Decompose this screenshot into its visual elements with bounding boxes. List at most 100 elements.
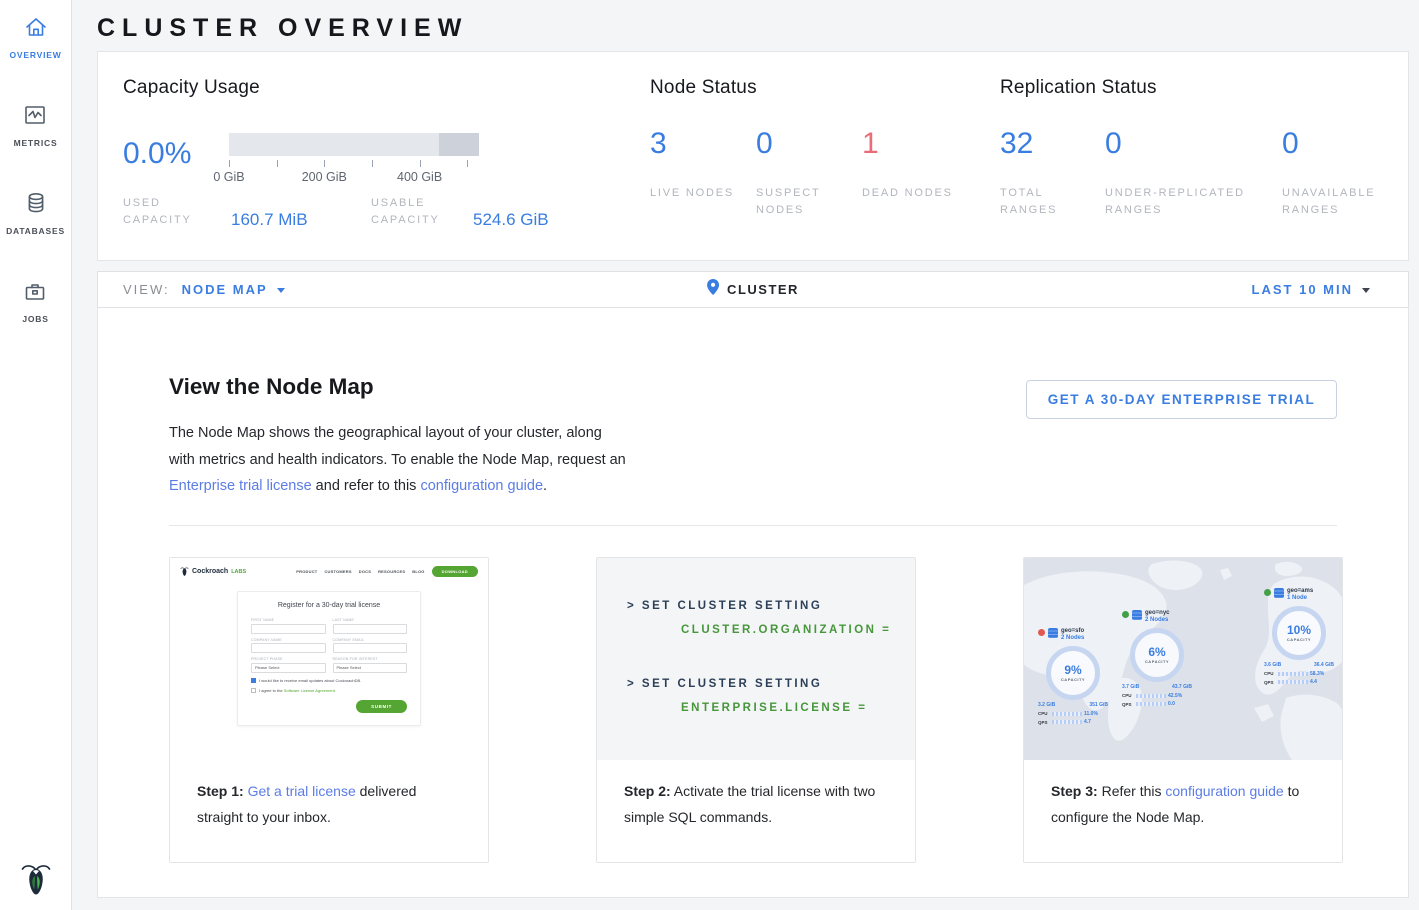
capacity-donut: 6% CAPACITY (1130, 628, 1184, 682)
qps-row: QPS 4.7 (1038, 719, 1118, 725)
nav-item: DOCS (359, 569, 371, 574)
checkbox-icon (251, 688, 256, 693)
sidebar-item-metrics[interactable]: METRICS (14, 102, 58, 148)
locality-node-count: 1 Node (1287, 595, 1313, 602)
capacity-used-percent: 0.0% (123, 133, 229, 169)
sidebar-item-jobs[interactable]: JOBS (22, 278, 48, 324)
sidebar-item-label: JOBS (22, 314, 48, 324)
cpu-sparkline (1278, 672, 1308, 676)
view-dropdown-value: NODE MAP (182, 282, 268, 297)
usable-capacity-value: 524.6 GiB (473, 210, 549, 229)
chevron-down-icon (277, 288, 285, 293)
step-prefix: Step 3: (1051, 783, 1098, 799)
field-label: FIRST NAME (251, 618, 326, 622)
sql-setting: ENTERPRISE.LICENSE = (681, 702, 867, 714)
sidebar-item-label: DATABASES (6, 226, 65, 236)
capacity-percent: 10% (1287, 624, 1311, 636)
replication-status-stats: 32 TOTAL RANGES 0 UNDER-REPLICATED RANGE… (1000, 129, 1382, 219)
scope-indicator: CLUSTER (707, 279, 799, 300)
locality-widget-sfo: geo=sfo 2 Nodes 9% CAPACITY 3.2 GiB 351 … (1038, 628, 1118, 725)
locality-header: geo=sfo 2 Nodes (1038, 628, 1118, 642)
cockroach-bug-icon (180, 566, 189, 577)
qps-sparkline (1278, 680, 1308, 684)
description-text: and refer to this (312, 478, 421, 494)
capacity-label: CAPACITY (1061, 677, 1085, 682)
axis-label: 200 GiB (302, 170, 347, 184)
website-nav: PRODUCT CUSTOMERS DOCS RESOURCES BLOG DO… (296, 566, 478, 577)
total-ranges-label: TOTAL RANGES (1000, 185, 1100, 219)
cockroachdb-logo (0, 860, 72, 898)
under-replicated-ranges-stat: 0 UNDER-REPLICATED RANGES (1105, 129, 1282, 219)
enterprise-trial-button[interactable]: GET A 30-DAY ENTERPRISE TRIAL (1026, 380, 1337, 419)
qps-value: 4.7 (1084, 719, 1091, 725)
usable-capacity-label: USABLE CAPACITY (371, 195, 473, 229)
cpu-row: CPU 11.0% (1038, 711, 1118, 717)
capacity-bar-chart: 0 GiB 200 GiB 400 GiB (229, 133, 479, 185)
cpu-label: CPU (1122, 693, 1133, 698)
cpu-row: CPU 58.3% (1264, 671, 1342, 677)
sql-setting: CLUSTER.ORGANIZATION = (681, 624, 891, 636)
capacity-usage-section: Capacity Usage 0.0% (123, 77, 549, 229)
sidebar-item-databases[interactable]: DATABASES (6, 190, 65, 236)
time-range-dropdown[interactable]: LAST 10 MIN (1252, 282, 1370, 297)
view-dropdown[interactable]: NODE MAP (182, 282, 285, 297)
dead-nodes-value: 1 (862, 129, 968, 159)
enterprise-trial-license-link[interactable]: Enterprise trial license (169, 478, 312, 494)
capacity-axis-labels: 0 GiB 200 GiB 400 GiB (229, 170, 479, 185)
cpu-value: 11.0% (1084, 711, 1098, 717)
capacity-total: 351 GiB (1089, 702, 1108, 708)
field-label: REASON FOR INTEREST (333, 657, 408, 661)
locality-widget-ams: geo=ams 1 Node 10% CAPACITY 3.6 GiB 36.4 (1264, 588, 1342, 685)
field-input (333, 624, 408, 634)
cpu-label: CPU (1038, 711, 1049, 716)
nodes-cube-icon (1048, 628, 1058, 638)
configuration-guide-link[interactable]: configuration guide (1165, 783, 1283, 799)
capacity-range: 3.7 GiB 43.7 GiB (1122, 684, 1192, 690)
total-ranges-value: 32 (1000, 129, 1105, 159)
sidebar: OVERVIEW METRICS DATABASES JOBS (0, 0, 72, 910)
form-title: Register for a 30-day trial license (251, 602, 407, 609)
used-capacity-value: 160.7 MiB (231, 210, 371, 229)
used-capacity-label: USED CAPACITY (123, 195, 231, 229)
step-2-card: > SET CLUSTER SETTING CLUSTER.ORGANIZATI… (596, 557, 916, 863)
capacity-range: 3.2 GiB 351 GiB (1038, 702, 1108, 708)
get-trial-license-link[interactable]: Get a trial license (248, 783, 356, 799)
capacity-label: CAPACITY (1145, 659, 1169, 664)
qps-row: QPS 4.4 (1264, 679, 1342, 685)
capacity-total: 36.4 GiB (1314, 662, 1334, 668)
under-replicated-ranges-label: UNDER-REPLICATED RANGES (1105, 185, 1275, 219)
sidebar-item-label: METRICS (14, 138, 58, 148)
suspect-nodes-value: 0 (756, 129, 862, 159)
download-pill: DOWNLOAD (432, 566, 478, 577)
under-replicated-ranges-value: 0 (1105, 129, 1282, 159)
page-title: CLUSTER OVERVIEW (72, 0, 1419, 43)
cpu-value: 42.5% (1168, 693, 1182, 699)
unavailable-ranges-label: UNAVAILABLE RANGES (1282, 185, 1382, 219)
live-status-icon (1264, 589, 1271, 596)
step-1-illustration: Cockroach LABS PRODUCT CUSTOMERS DOCS RE… (170, 558, 488, 760)
capacity-stats: USED CAPACITY 160.7 MiB USABLE CAPACITY … (123, 195, 549, 229)
sidebar-item-overview[interactable]: OVERVIEW (9, 14, 61, 60)
qps-sparkline (1052, 720, 1082, 724)
step-3-card: geo=sfo 2 Nodes 9% CAPACITY 3.2 GiB 351 … (1023, 557, 1343, 863)
email-updates-checkbox-row: I would like to receive email updates ab… (251, 678, 407, 683)
nodes-cube-icon (1132, 610, 1142, 620)
form-fields: FIRST NAME LAST NAME COMPANY NAME COMPAN… (251, 614, 407, 673)
suspect-nodes-label: SUSPECT NODES (756, 185, 856, 219)
capacity-percent: 9% (1064, 664, 1081, 676)
description-text: . (543, 478, 547, 494)
locality-name: geo=sfo (1061, 628, 1084, 635)
brand-name: Cockroach (192, 568, 228, 575)
node-map-panel: View the Node Map The Node Map shows the… (97, 308, 1409, 898)
database-icon (23, 190, 49, 221)
live-nodes-value: 3 (650, 129, 756, 159)
configuration-guide-link[interactable]: configuration guide (420, 478, 543, 494)
cockroach-labs-brand: Cockroach LABS (180, 566, 246, 577)
sidebar-nav: OVERVIEW METRICS DATABASES JOBS (0, 0, 71, 366)
app-root: OVERVIEW METRICS DATABASES JOBS (0, 0, 1419, 910)
dead-status-icon (1038, 629, 1045, 636)
locality-node-count: 2 Nodes (1145, 617, 1170, 624)
unavailable-ranges-value: 0 (1282, 129, 1382, 159)
view-selector-group: VIEW: NODE MAP (98, 282, 285, 297)
node-map-heading: View the Node Map (169, 374, 374, 400)
